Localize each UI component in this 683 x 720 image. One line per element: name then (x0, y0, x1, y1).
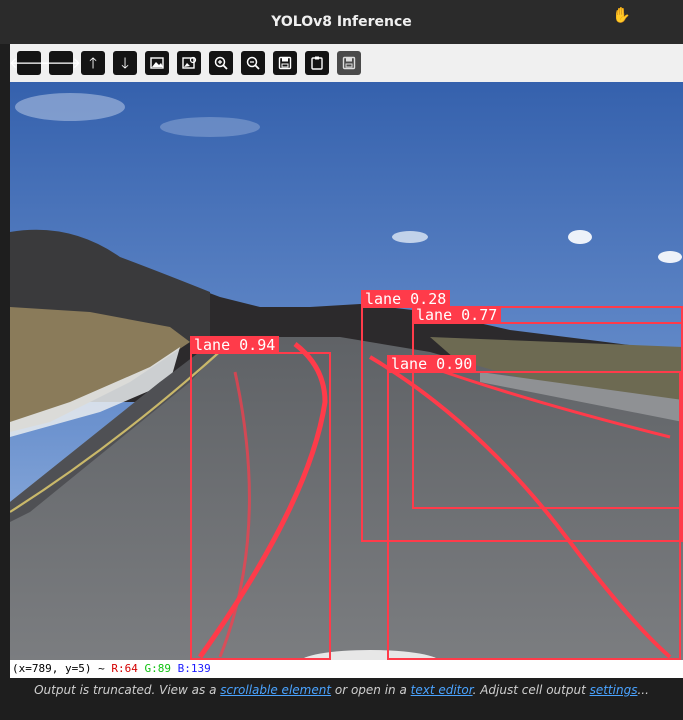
save-button[interactable] (273, 51, 297, 75)
image-gear-icon (182, 56, 197, 69)
save-alt-button[interactable] (337, 51, 361, 75)
hand-icon: ✋ (612, 6, 631, 24)
settings-link[interactable]: settings (590, 683, 638, 697)
image-icon (150, 57, 164, 69)
detection-box: lane 0.94 (190, 336, 331, 660)
zoom-out-icon (246, 56, 260, 70)
clipboard-icon (311, 56, 323, 70)
detection-label: lane 0.94 (190, 336, 280, 354)
detection-label: lane 0.77 (412, 306, 502, 324)
arrow-right-icon: 🡒 (40, 53, 82, 72)
zoom-in-button[interactable] (209, 51, 233, 75)
pixel-red-value: R:64 (111, 662, 138, 675)
back-button[interactable]: 🡐 (9, 51, 49, 75)
image-button[interactable] (145, 51, 169, 75)
arrow-down-icon: 🡓 (121, 53, 129, 72)
detection-box: lane 0.90 (387, 355, 681, 660)
note-text: . Adjust cell output (472, 683, 590, 697)
detection-label: lane 0.90 (387, 355, 477, 373)
note-text: Output is truncated. View as a (34, 683, 221, 697)
zoom-out-button[interactable] (241, 51, 265, 75)
inference-image-viewer[interactable]: lane 0.94 lane 0.28 lane 0.77 lane 0.90 (10, 82, 683, 660)
clipboard-button[interactable] (305, 51, 329, 75)
forward-button[interactable]: 🡒 (41, 51, 81, 75)
window-title: YOLOv8 Inference (271, 14, 412, 30)
pixel-status-bar: (x=789, y=5) ~ R:64 G:89 B:139 (10, 660, 683, 678)
window-titlebar: YOLOv8 Inference ✋ (0, 0, 683, 44)
up-button[interactable]: 🡑 (81, 51, 105, 75)
note-text: or open in a (331, 683, 411, 697)
cursor-coords: (x=789, y=5) ~ (12, 662, 105, 675)
note-text: ... (637, 683, 649, 697)
floppy-icon (278, 56, 292, 70)
scrollable-element-link[interactable]: scrollable element (220, 683, 331, 697)
pixel-green-value: G:89 (144, 662, 171, 675)
floppy-icon (342, 56, 356, 70)
arrow-up-icon: 🡑 (89, 53, 97, 72)
pixel-blue-value: B:139 (177, 662, 211, 675)
text-editor-link[interactable]: text editor (411, 683, 473, 697)
viewer-toolbar: 🡐 🡒 🡑 🡓 (9, 44, 683, 82)
down-button[interactable]: 🡓 (113, 51, 137, 75)
zoom-in-icon (214, 56, 228, 70)
output-truncated-note: Output is truncated. View as a scrollabl… (0, 680, 683, 700)
image-settings-button[interactable] (177, 51, 201, 75)
